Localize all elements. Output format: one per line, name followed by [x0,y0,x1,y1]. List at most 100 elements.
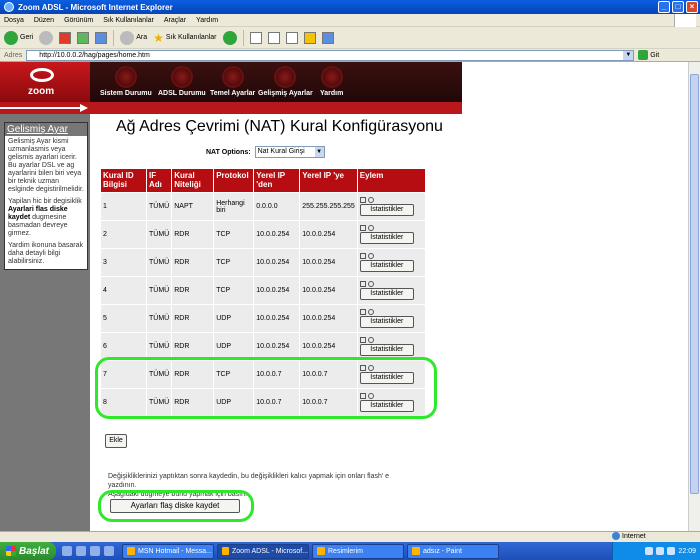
vertical-scrollbar[interactable] [688,62,700,531]
col-local-ip-from: Yerel IP 'den [253,168,301,193]
task-zoom-ie[interactable]: Zoom ADSL - Microsof... [217,543,309,559]
globe-icon [612,532,620,540]
address-dropdown-icon[interactable]: ▼ [623,50,634,60]
task-msn[interactable]: MSN Hotmail - Messa... [122,543,214,559]
nav-adsl-status[interactable]: ADSL Durumu [158,66,206,97]
search-icon[interactable] [367,225,374,231]
basic-settings-icon [221,66,244,88]
menu-view[interactable]: Görünüm [64,17,93,24]
search-icon[interactable] [367,281,374,287]
statistics-button[interactable]: İstatistikler [359,344,414,356]
menu-favorites[interactable]: Sık Kullanılanlar [103,17,154,24]
folder-icon[interactable] [303,31,316,44]
messenger-icon[interactable] [321,31,334,44]
search-icon[interactable] [367,337,374,343]
local-ip-from-cell: 10.0.0.254 [253,276,301,305]
home-icon[interactable] [95,31,108,44]
back-button[interactable]: Geri [4,30,33,45]
statistics-button[interactable]: İstatistikler [359,260,414,272]
go-label: Git [650,51,660,59]
edit-icon[interactable] [359,225,366,231]
protocol-cell: UDP [213,304,255,333]
statistics-button[interactable]: İstatistikler [359,288,414,300]
search-icon[interactable] [367,253,374,259]
statistics-button[interactable]: İstatistikler [359,204,414,216]
window-titlebar: Zoom ADSL - Microsoft Internet Explorer … [0,0,700,14]
statistics-button[interactable]: İstatistikler [359,232,414,244]
search-button[interactable]: Ara [120,30,147,45]
go-button[interactable]: Git [638,50,659,60]
task-label: MSN Hotmail - Messa... [138,547,212,555]
add-button[interactable]: Ekle [105,434,127,448]
address-input[interactable]: http://10.0.0.2/hag/pages/home.htm ▼ [26,49,635,61]
edit-icon[interactable] [359,197,366,203]
forward-button[interactable] [39,30,54,45]
page-title: Ağ Adres Çevrimi (NAT) Kural Konfigürasy… [116,118,443,135]
task-paint[interactable]: adsız - Paint [407,543,499,559]
zoom-logo[interactable]: zoom [0,62,90,102]
chevron-down-icon: ▼ [314,147,324,157]
quicklaunch-icon[interactable] [76,546,86,556]
msn-icon [127,547,135,555]
nav-basic-settings[interactable]: Temel Ayarlar [210,66,255,97]
save-to-flash-button[interactable]: Ayarları flaş diske kaydet [110,499,240,513]
action-cell: İstatistikler [356,304,427,333]
page-content: zoom Sistem Durumu ADSL Durumu Temel Aya… [0,62,688,531]
nav-help[interactable]: Yardım [320,66,343,97]
search-icon[interactable] [367,197,374,203]
nav-label: Yardım [320,90,344,97]
rule-id-cell: 4 [100,276,147,305]
paint-icon [412,547,420,555]
tray-icon[interactable] [656,547,665,555]
edit-icon[interactable] [285,31,298,44]
star-icon: ★ [153,30,164,45]
minimize-button[interactable]: _ [658,1,670,13]
nat-options-select[interactable]: Nat Kural Girişi ▼ [254,146,325,158]
task-pictures[interactable]: Resimlerim [312,543,404,559]
header-red-bar [0,102,462,114]
forward-arrow-icon [39,30,54,45]
edit-icon[interactable] [359,281,366,287]
menu-file[interactable]: Dosya [4,17,24,24]
rule-id-cell: 3 [100,248,147,277]
rule-id-cell: 2 [100,220,147,249]
mail-icon[interactable] [249,31,262,44]
ie-icon [4,2,14,12]
edit-icon[interactable] [359,253,366,259]
quicklaunch-icon[interactable] [90,546,100,556]
tray-icon[interactable] [645,547,654,555]
col-local-ip-to: Yerel IP 'ye [299,168,358,193]
arrow-icon [80,104,88,112]
action-cell: İstatistikler [356,192,427,221]
protocol-cell: TCP [213,220,255,249]
close-button[interactable]: × [686,1,698,13]
rule-type-cell: RDR [171,248,215,277]
sidebar-title: Gelismiş Ayar [5,123,87,136]
search-icon[interactable] [367,309,374,315]
windows-flag-icon [6,546,16,556]
media-icon[interactable] [222,30,237,45]
scrollbar-thumb[interactable] [690,74,699,494]
edit-icon[interactable] [359,309,366,315]
stop-icon[interactable] [59,31,72,44]
nav-system-status[interactable]: Sistem Durumu [100,66,152,97]
quicklaunch-icon[interactable] [104,546,114,556]
rule-id-cell: 5 [100,304,147,333]
menu-tools[interactable]: Araçlar [164,17,186,24]
nav-advanced-settings[interactable]: Gelişmiş Ayarlar [258,66,313,97]
start-button[interactable]: Başlat [0,542,56,560]
print-icon[interactable] [267,31,280,44]
maximize-button[interactable]: □ [672,1,684,13]
if-name-cell: TÜMÜ [145,304,173,333]
rule-type-cell: RDR [171,276,215,305]
refresh-icon[interactable] [77,31,90,44]
favorites-button[interactable]: ★ Sık Kullanılanlar [153,31,216,45]
menu-help[interactable]: Yardım [196,17,218,24]
menu-edit[interactable]: Düzen [34,17,54,24]
tray-icon[interactable] [667,547,676,555]
statistics-button[interactable]: İstatistikler [359,316,414,328]
table-row: 1 TÜMÜ NAPT Herhangi biri 0.0.0.0 255.255.255… [100,192,427,221]
windows-logo-icon [674,14,696,27]
quicklaunch-icon[interactable] [62,546,72,556]
edit-icon[interactable] [359,337,366,343]
